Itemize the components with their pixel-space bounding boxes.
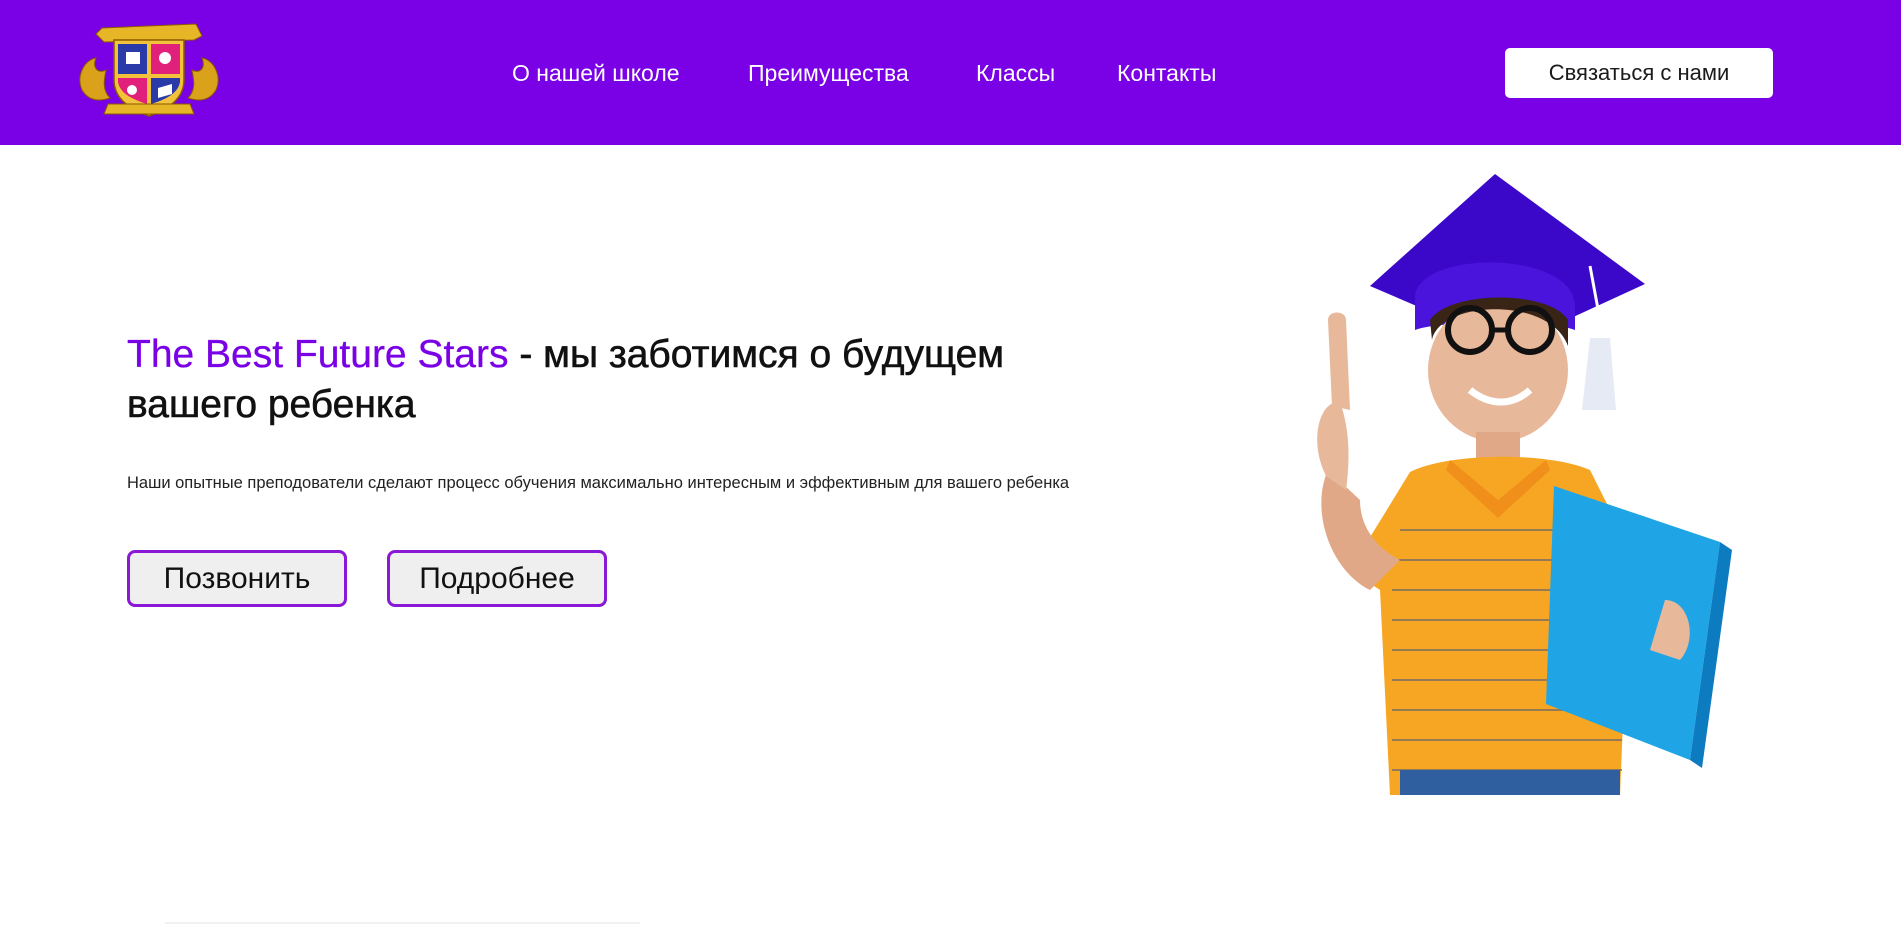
nav-about[interactable]: О нашей школе (512, 58, 680, 88)
call-button[interactable]: Позвонить (127, 550, 347, 607)
hero-subtitle: Наши опытные преподователи сделают проце… (127, 474, 1070, 492)
contact-us-button[interactable]: Связаться с нами (1505, 48, 1773, 98)
nav-classes[interactable]: Классы (976, 58, 1055, 88)
hero-title: The Best Future Stars - мы заботимся о б… (127, 330, 1117, 430)
site-header: О нашей школе Преимущества Классы Контак… (0, 0, 1901, 145)
nav-contacts[interactable]: Контакты (1117, 58, 1216, 88)
brand-name: The Best Future Stars (127, 333, 509, 376)
nav-advantages[interactable]: Преимущества (748, 58, 909, 88)
divider (165, 922, 640, 924)
more-button[interactable]: Подробнее (387, 550, 607, 607)
boy-graduate-illustration (1317, 174, 1732, 795)
